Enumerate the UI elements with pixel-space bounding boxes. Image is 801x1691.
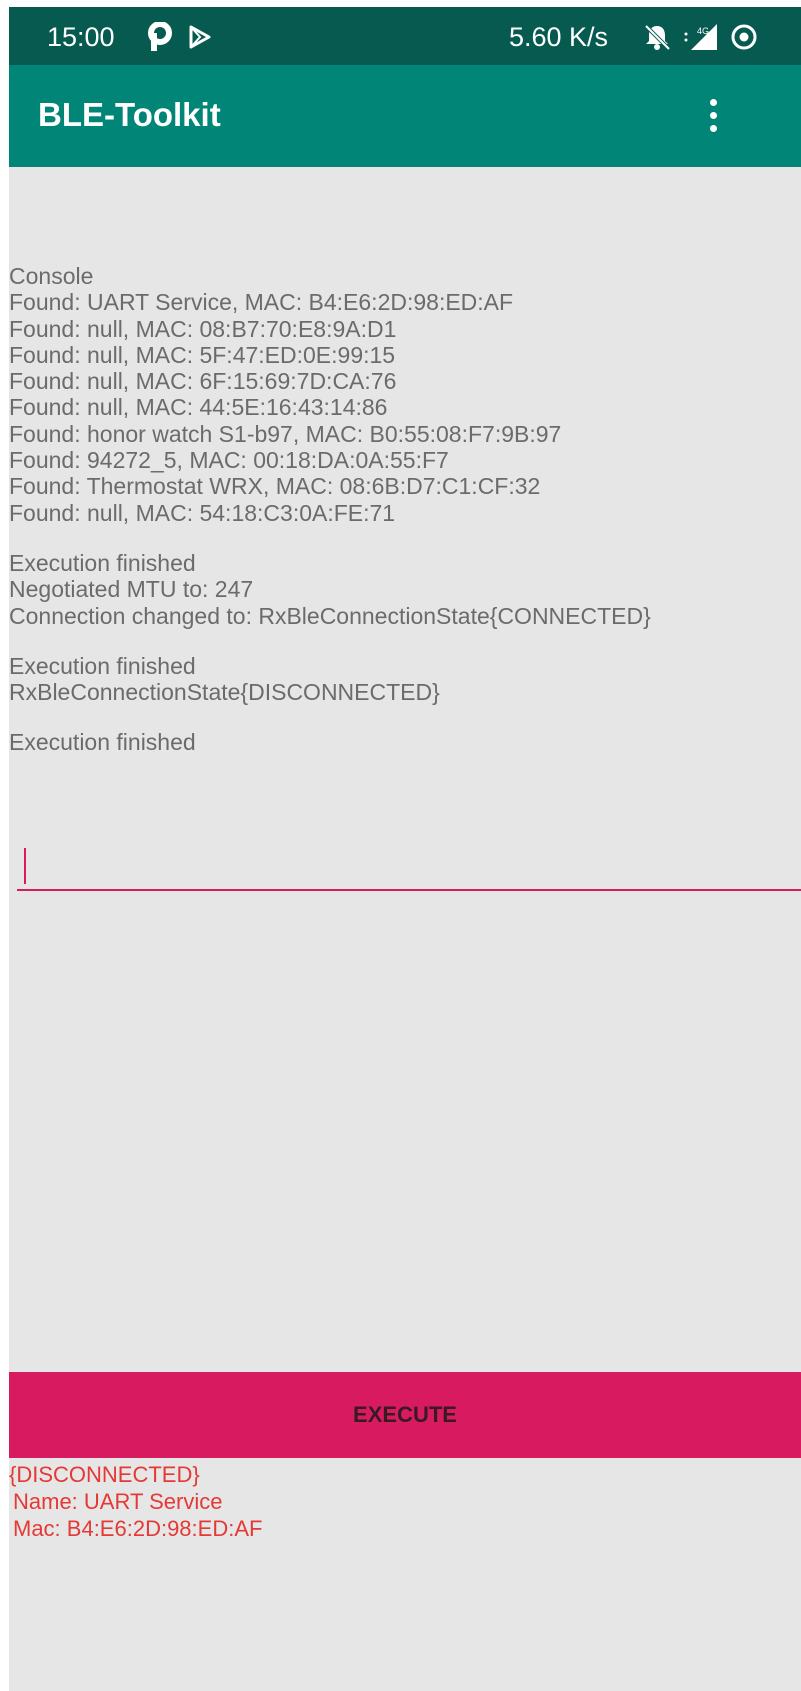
text-cursor (24, 848, 26, 884)
parking-p-icon (148, 22, 172, 51)
execute-button[interactable]: EXECUTE (9, 1372, 801, 1458)
console-line: RxBleConnectionState{DISCONNECTED} (9, 679, 440, 706)
menu-dot (709, 111, 717, 119)
app-bar: BLE-Toolkit (9, 65, 801, 167)
menu-dot (709, 98, 717, 106)
screen: 15:00 5.60 K/s 4G BLE-Toolkit Console Fo… (0, 0, 801, 1691)
app-window: 15:00 5.60 K/s 4G BLE-Toolkit Console Fo… (9, 7, 801, 1691)
console-line: Negotiated MTU to: 247 (9, 576, 254, 603)
play-store-icon (189, 25, 211, 49)
connection-state: {DISCONNECTED} (9, 1462, 200, 1487)
console-line: Connection changed to: RxBleConnectionSt… (9, 602, 651, 629)
console-line: Found: null, MAC: 5F:47:ED:0E:99:15 (9, 341, 396, 368)
console-line: Found: null, MAC: 44:5E:16:43:14:86 (9, 394, 388, 421)
console-line: Execution finished (9, 729, 196, 756)
console-spacer (9, 629, 799, 653)
console-line: Found: null, MAC: 08:B7:70:E8:9A:D1 (9, 315, 397, 342)
sync-icon (731, 24, 757, 50)
device-info: {DISCONNECTED} Name: UART Service Mac: B… (9, 1461, 262, 1542)
more-vert-icon[interactable] (695, 91, 731, 139)
console-spacer (9, 526, 799, 550)
console-line: Found: null, MAC: 54:18:C3:0A:FE:71 (9, 499, 396, 526)
bell-off-icon (644, 24, 671, 51)
command-input[interactable] (17, 837, 801, 891)
console-line: Found: null, MAC: 6F:15:69:7D:CA:76 (9, 368, 397, 395)
status-bar: 15:00 5.60 K/s 4G (9, 7, 801, 65)
menu-dot (709, 124, 717, 132)
console-output: Console Found: UART Service, MAC: B4:E6:… (9, 263, 799, 756)
console-line: Found: Thermostat WRX, MAC: 08:6B:D7:C1:… (9, 473, 541, 500)
app-title: BLE-Toolkit (38, 96, 221, 133)
console-line: Execution finished (9, 549, 196, 576)
svg-text:4G: 4G (697, 26, 709, 36)
signal-4g-icon: 4G (684, 24, 717, 50)
console-line: Found: 94272_5, MAC: 00:18:DA:0A:55:F7 (9, 447, 449, 474)
console-header: Console (9, 263, 94, 289)
console-spacer (9, 705, 799, 729)
device-name: Name: UART Service (13, 1489, 223, 1514)
console-line: Found: honor watch S1-b97, MAC: B0:55:08… (9, 420, 562, 447)
console-line: Execution finished (9, 652, 196, 679)
network-speed: 5.60 K/s (509, 22, 609, 52)
device-mac: Mac: B4:E6:2D:98:ED:AF (13, 1516, 263, 1541)
console-line: Found: UART Service, MAC: B4:E6:2D:98:ED… (9, 289, 514, 316)
status-time: 15:00 (47, 22, 115, 52)
